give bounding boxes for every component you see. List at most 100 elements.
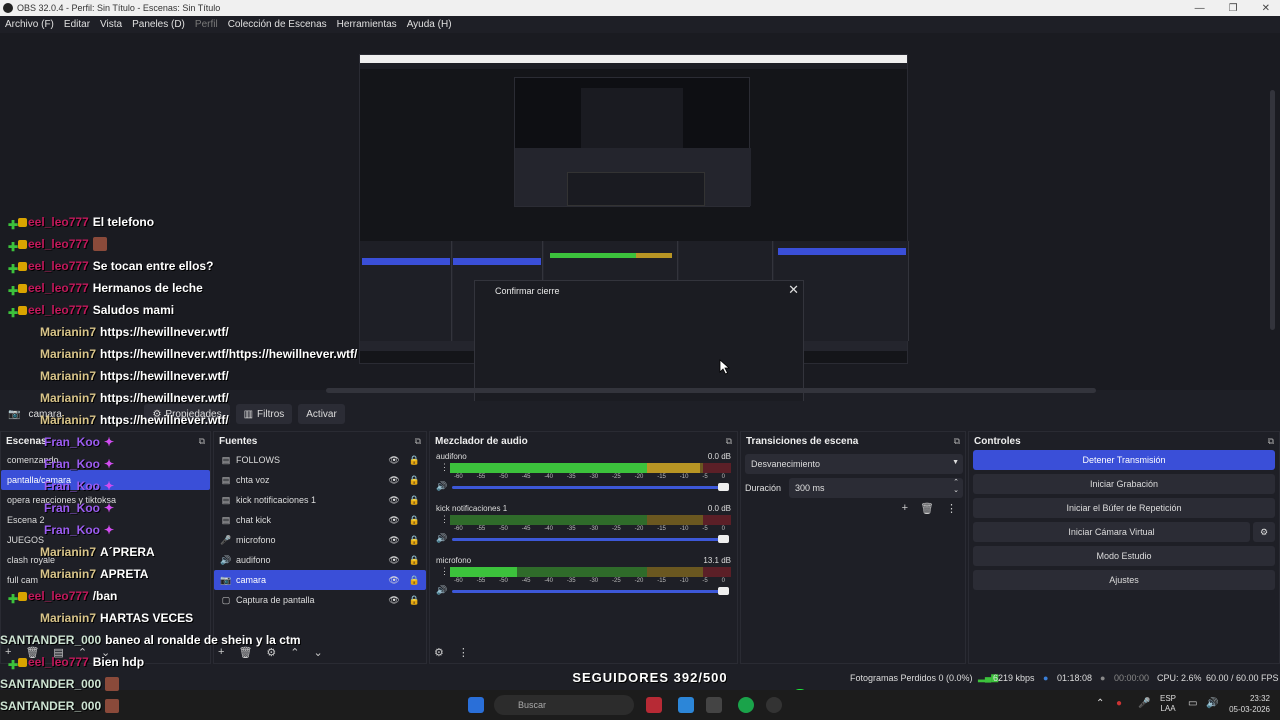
move-up-icon[interactable]: ⌃: [290, 646, 299, 659]
channel-menu-icon[interactable]: ⋮: [440, 514, 449, 525]
scene-item[interactable]: JUEGOS: [1, 530, 210, 550]
taskbar-search[interactable]: Buscar: [494, 695, 634, 715]
dock-undock-icon[interactable]: ⧉: [954, 436, 960, 447]
visibility-eye-icon[interactable]: 👁: [388, 455, 399, 466]
stepper-icon[interactable]: ⌃ ⌄: [953, 479, 959, 495]
language-indicator[interactable]: ESP LAA: [1160, 694, 1176, 714]
menu-herramientas[interactable]: Herramientas: [332, 19, 402, 30]
settings-button[interactable]: Ajustes: [973, 570, 1275, 590]
menu-editar[interactable]: Editar: [59, 19, 95, 30]
move-up-icon[interactable]: ⌃: [78, 646, 87, 659]
preview-scrollbar[interactable]: [326, 388, 1096, 393]
lock-icon[interactable]: 🔒: [409, 515, 420, 526]
studio-mode-button[interactable]: Modo Estudio: [973, 546, 1275, 566]
start-recording-button[interactable]: Iniciar Grabación: [973, 474, 1275, 494]
remove-transition-icon[interactable]: 🗑: [920, 502, 934, 515]
lock-icon[interactable]: 🔒: [409, 575, 420, 586]
scene-item[interactable]: full cam: [1, 570, 210, 590]
visibility-eye-icon[interactable]: 👁: [388, 535, 399, 546]
dock-undock-icon[interactable]: ⧉: [199, 436, 205, 447]
menu-ayuda[interactable]: Ayuda (H): [402, 19, 457, 30]
dock-undock-icon[interactable]: ⧉: [726, 436, 732, 447]
lock-icon[interactable]: 🔒: [409, 455, 420, 466]
lock-icon[interactable]: 🔒: [409, 475, 420, 486]
properties-button[interactable]: ⚙ Propiedades: [144, 404, 230, 424]
source-item[interactable]: 🔊 audifono 👁 🔒: [214, 550, 426, 570]
scene-item-selected[interactable]: pantalla/camara: [1, 470, 210, 490]
speaker-icon[interactable]: 🔊: [436, 585, 447, 596]
menu-coleccion[interactable]: Colección de Escenas: [223, 19, 332, 30]
app-icon[interactable]: [738, 697, 754, 713]
advanced-audio-icon[interactable]: ⚙: [434, 646, 444, 659]
source-item[interactable]: ▤ kick notificaciones 1 👁 🔒: [214, 490, 426, 510]
volume-slider[interactable]: 🔊: [436, 585, 731, 597]
menu-paneles[interactable]: Paneles (D): [127, 19, 190, 30]
preview-vscrollbar[interactable]: [1270, 90, 1275, 330]
source-item[interactable]: 🎤 microfono 👁 🔒: [214, 530, 426, 550]
stop-streaming-button[interactable]: Detener Transmisión: [973, 450, 1275, 470]
add-scene-icon[interactable]: +: [5, 646, 11, 659]
activate-button[interactable]: Activar: [298, 404, 345, 424]
lock-icon[interactable]: 🔒: [409, 595, 420, 606]
lock-icon[interactable]: 🔒: [409, 555, 420, 566]
menu-archivo[interactable]: Archivo (F): [0, 19, 59, 30]
remove-source-icon[interactable]: 🗑: [238, 646, 252, 659]
transition-menu-icon[interactable]: ⋮: [946, 502, 957, 515]
duration-input[interactable]: 300 ms ⌃ ⌄: [789, 478, 963, 498]
volume-icon[interactable]: 🔊: [1206, 698, 1218, 709]
add-transition-icon[interactable]: +: [902, 502, 908, 515]
visibility-eye-icon[interactable]: 👁: [388, 555, 399, 566]
tray-icon[interactable]: ●: [1116, 698, 1122, 709]
maximize-button[interactable]: ❐: [1229, 3, 1238, 14]
source-item[interactable]: 📷 camara 👁 🔒: [214, 570, 426, 590]
visibility-eye-icon[interactable]: 👁: [388, 495, 399, 506]
scene-item[interactable]: opera reacciones y tiktoksa: [1, 490, 210, 510]
scene-item[interactable]: clash royale: [1, 550, 210, 570]
scene-filter-icon[interactable]: ▤: [53, 646, 63, 659]
minimize-button[interactable]: —: [1195, 3, 1205, 14]
source-item[interactable]: ▢ Captura de pantalla 👁 🔒: [214, 590, 426, 610]
menu-vista[interactable]: Vista: [95, 19, 127, 30]
visibility-eye-icon[interactable]: 👁: [388, 575, 399, 586]
source-item[interactable]: ▤ chta voz 👁 🔒: [214, 470, 426, 490]
source-item[interactable]: ▤ chat kick 👁 🔒: [214, 510, 426, 530]
dock-undock-icon[interactable]: ⧉: [1268, 436, 1274, 447]
start-virtual-camera-button[interactable]: Iniciar Cámara Virtual: [973, 522, 1250, 542]
move-down-icon[interactable]: ⌄: [101, 646, 110, 659]
confirm-close-dialog[interactable]: Confirmar cierre ✕: [474, 280, 804, 404]
speaker-icon[interactable]: 🔊: [436, 533, 447, 544]
mic-icon[interactable]: 🎤: [1138, 698, 1150, 709]
volume-slider-handle[interactable]: [718, 587, 729, 595]
volume-slider[interactable]: 🔊: [436, 481, 731, 493]
lock-icon[interactable]: 🔒: [409, 535, 420, 546]
network-icon[interactable]: ▭: [1188, 698, 1197, 709]
channel-menu-icon[interactable]: ⋮: [440, 462, 449, 473]
add-source-icon[interactable]: +: [218, 646, 224, 659]
dock-undock-icon[interactable]: ⧉: [415, 436, 421, 447]
volume-slider-handle[interactable]: [718, 535, 729, 543]
virtual-camera-settings-icon[interactable]: ⚙: [1253, 522, 1275, 542]
scene-item[interactable]: comenzando: [1, 450, 210, 470]
transition-select[interactable]: Desvanecimiento ▼: [745, 454, 963, 474]
visibility-eye-icon[interactable]: 👁: [388, 515, 399, 526]
remove-scene-icon[interactable]: 🗑: [25, 646, 39, 659]
volume-slider[interactable]: 🔊: [436, 533, 731, 545]
app-icon[interactable]: [706, 697, 722, 713]
speaker-icon[interactable]: 🔊: [436, 481, 447, 492]
clock[interactable]: 23:32 05-03-2026: [1226, 693, 1270, 715]
app-icon[interactable]: [678, 697, 694, 713]
visibility-eye-icon[interactable]: 👁: [388, 475, 399, 486]
scene-item[interactable]: Escena 2: [1, 510, 210, 530]
dialog-close-icon[interactable]: ✕: [788, 282, 799, 298]
menu-perfil[interactable]: Perfil: [190, 19, 223, 30]
move-down-icon[interactable]: ⌄: [314, 646, 323, 659]
mixer-menu-icon[interactable]: ⋮: [458, 646, 469, 659]
lock-icon[interactable]: 🔒: [409, 495, 420, 506]
visibility-eye-icon[interactable]: 👁: [388, 595, 399, 606]
tray-chevron-icon[interactable]: ⌃: [1096, 698, 1104, 709]
windows-start-icon[interactable]: [468, 697, 484, 713]
obs-taskbar-icon[interactable]: [766, 697, 782, 713]
source-item[interactable]: ▤ FOLLOWS 👁 🔒: [214, 450, 426, 470]
source-settings-icon[interactable]: ⚙: [266, 646, 276, 659]
start-replay-buffer-button[interactable]: Iniciar el Búfer de Repetición: [973, 498, 1275, 518]
